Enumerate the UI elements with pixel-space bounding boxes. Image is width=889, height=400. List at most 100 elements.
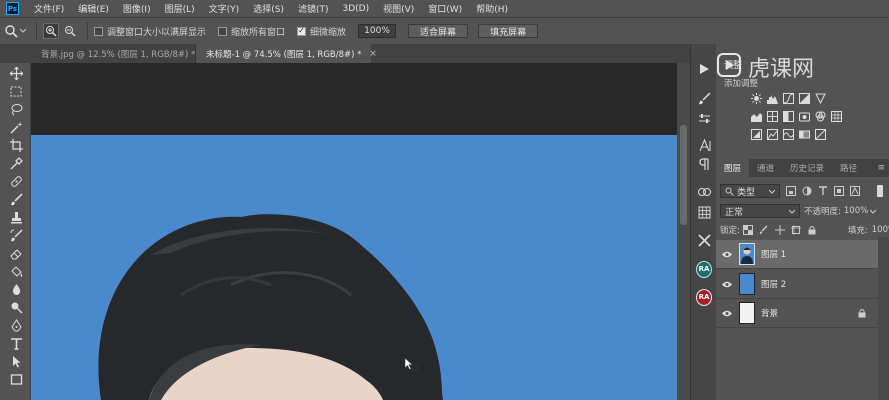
lock-artboard-icon[interactable] bbox=[791, 225, 802, 236]
adjustments-title[interactable]: 调整 bbox=[724, 58, 742, 71]
brightness-icon[interactable] bbox=[750, 93, 763, 104]
menu-image[interactable]: 图像(I) bbox=[116, 2, 158, 15]
menu-window[interactable]: 窗口(W) bbox=[421, 2, 469, 15]
visibility-eye-icon[interactable] bbox=[716, 281, 738, 288]
tab-layers[interactable]: 图层 bbox=[716, 159, 750, 177]
gradient-map-icon[interactable] bbox=[798, 129, 811, 140]
visibility-eye-icon[interactable] bbox=[716, 310, 738, 317]
properties-button[interactable] bbox=[696, 110, 712, 126]
black-white-icon[interactable] bbox=[782, 111, 795, 122]
clone-stamp-tool[interactable] bbox=[8, 209, 24, 225]
panel-menu-icon[interactable]: ≡ bbox=[877, 163, 885, 173]
adjustment-filter-icon[interactable] bbox=[801, 186, 812, 197]
exposure-icon[interactable] bbox=[798, 93, 811, 104]
layer-row[interactable]: 图层 1 bbox=[716, 240, 878, 269]
dodge-tool[interactable] bbox=[8, 299, 24, 315]
fit-screen-button[interactable]: 适合屏幕 bbox=[408, 24, 469, 38]
document-canvas[interactable] bbox=[31, 135, 677, 400]
color-lookup-icon[interactable] bbox=[830, 111, 843, 122]
zoom-out-button[interactable] bbox=[62, 23, 78, 39]
resize-windows-checkbox[interactable]: 调整窗口大小以满屏显示 bbox=[94, 25, 206, 38]
canvas-area[interactable] bbox=[31, 63, 677, 400]
swatches-panel-button[interactable] bbox=[696, 204, 712, 220]
lock-all-icon[interactable] bbox=[807, 225, 818, 236]
tab-history[interactable]: 历史记录 bbox=[782, 159, 832, 177]
paint-bucket-tool[interactable] bbox=[8, 263, 24, 279]
checkbox-checked-icon[interactable]: ✓ bbox=[297, 26, 307, 36]
layer-row[interactable]: 背景 bbox=[716, 299, 878, 328]
document-tab-background[interactable]: 背景.jpg @ 12.5% (图层 1, RGB/8#) * × bbox=[31, 44, 211, 63]
shape-filter-icon[interactable] bbox=[833, 186, 844, 197]
menu-view[interactable]: 视图(V) bbox=[376, 2, 421, 15]
blur-tool[interactable] bbox=[8, 281, 24, 297]
history-brush-tool[interactable] bbox=[8, 227, 24, 243]
color-balance-icon[interactable] bbox=[766, 111, 779, 122]
checkbox-box[interactable] bbox=[94, 26, 103, 36]
rectangle-tool[interactable] bbox=[8, 371, 24, 387]
smart-object-filter-icon[interactable] bbox=[849, 186, 860, 197]
lock-transparency-icon[interactable] bbox=[743, 225, 754, 236]
scrollbar-thumb[interactable] bbox=[680, 125, 687, 225]
ra-plugin-button-2[interactable]: RA bbox=[696, 288, 712, 306]
character-panel-button[interactable] bbox=[696, 137, 712, 153]
menu-layer[interactable]: 图层(L) bbox=[158, 2, 202, 15]
scrubby-zoom-checkbox[interactable]: ✓ 细微缩放 bbox=[297, 25, 346, 38]
visibility-eye-icon[interactable] bbox=[716, 251, 738, 258]
zoom-in-button[interactable] bbox=[43, 23, 59, 39]
checkbox-box[interactable] bbox=[218, 26, 228, 36]
document-tab-untitled[interactable]: 未标题-1 @ 74.5% (图层 1, RGB/8#) * × bbox=[196, 44, 377, 63]
chevron-down-icon[interactable] bbox=[870, 209, 877, 214]
hue-saturation-icon[interactable] bbox=[750, 111, 763, 122]
menu-type[interactable]: 文字(Y) bbox=[202, 2, 247, 15]
color-panel-button[interactable] bbox=[696, 183, 712, 199]
crop-tool[interactable] bbox=[8, 137, 24, 153]
tab-channels[interactable]: 通道 bbox=[749, 159, 782, 177]
zoom-tool-preset[interactable] bbox=[0, 24, 30, 38]
filter-toggle-switch[interactable] bbox=[877, 185, 883, 197]
brush-tool[interactable] bbox=[8, 191, 24, 207]
type-tool[interactable] bbox=[8, 335, 24, 351]
move-tool[interactable] bbox=[8, 65, 24, 81]
vibrance-icon[interactable] bbox=[814, 93, 827, 104]
lock-pixels-icon[interactable] bbox=[759, 225, 770, 236]
selective-color-icon[interactable] bbox=[814, 129, 827, 140]
menu-file[interactable]: 文件(F) bbox=[27, 2, 71, 15]
curves-icon[interactable] bbox=[782, 93, 795, 104]
photo-filter-icon[interactable] bbox=[798, 111, 811, 122]
lasso-tool[interactable] bbox=[8, 101, 24, 117]
lock-position-icon[interactable] bbox=[775, 225, 786, 236]
play-action-button[interactable] bbox=[696, 61, 712, 77]
opacity-value[interactable]: 100% bbox=[844, 206, 868, 216]
levels-icon[interactable] bbox=[766, 93, 779, 104]
menu-3d[interactable]: 3D(D) bbox=[335, 4, 376, 14]
brush-settings-button[interactable] bbox=[696, 90, 712, 106]
path-selection-tool[interactable] bbox=[8, 353, 24, 369]
zoom-percent-field[interactable]: 100% bbox=[358, 24, 397, 38]
pen-tool[interactable] bbox=[8, 317, 24, 333]
tools-preset-button[interactable] bbox=[696, 232, 712, 248]
paragraph-panel-button[interactable] bbox=[696, 156, 712, 172]
menu-filter[interactable]: 滤镜(T) bbox=[291, 2, 336, 15]
layers-scrollbar[interactable] bbox=[878, 237, 889, 400]
type-filter-icon[interactable] bbox=[817, 186, 828, 197]
pixel-filter-icon[interactable] bbox=[785, 186, 796, 197]
posterize-icon[interactable] bbox=[766, 129, 779, 140]
menu-help[interactable]: 帮助(H) bbox=[469, 2, 515, 15]
zoom-all-windows-checkbox[interactable]: 缩放所有窗口 bbox=[218, 25, 285, 38]
vertical-scrollbar[interactable] bbox=[677, 63, 690, 400]
layer-row[interactable]: 图层 2 bbox=[716, 270, 878, 299]
menu-edit[interactable]: 编辑(E) bbox=[71, 2, 116, 15]
fill-value[interactable]: 100% bbox=[872, 225, 889, 235]
menu-select[interactable]: 选择(S) bbox=[246, 2, 291, 15]
threshold-icon[interactable] bbox=[782, 129, 795, 140]
healing-brush-tool[interactable] bbox=[8, 173, 24, 189]
eraser-tool[interactable] bbox=[8, 245, 24, 261]
eyedropper-tool[interactable] bbox=[8, 155, 24, 171]
ra-plugin-button-1[interactable]: RA bbox=[696, 260, 712, 278]
marquee-tool[interactable] bbox=[8, 83, 24, 99]
close-icon[interactable]: × bbox=[369, 49, 377, 59]
fill-screen-button[interactable]: 填充屏幕 bbox=[478, 24, 539, 38]
layer-filter-kind-dropdown[interactable]: 类型 bbox=[720, 184, 780, 198]
tab-paths[interactable]: 路径 bbox=[832, 159, 865, 177]
quick-select-tool[interactable] bbox=[8, 119, 24, 135]
